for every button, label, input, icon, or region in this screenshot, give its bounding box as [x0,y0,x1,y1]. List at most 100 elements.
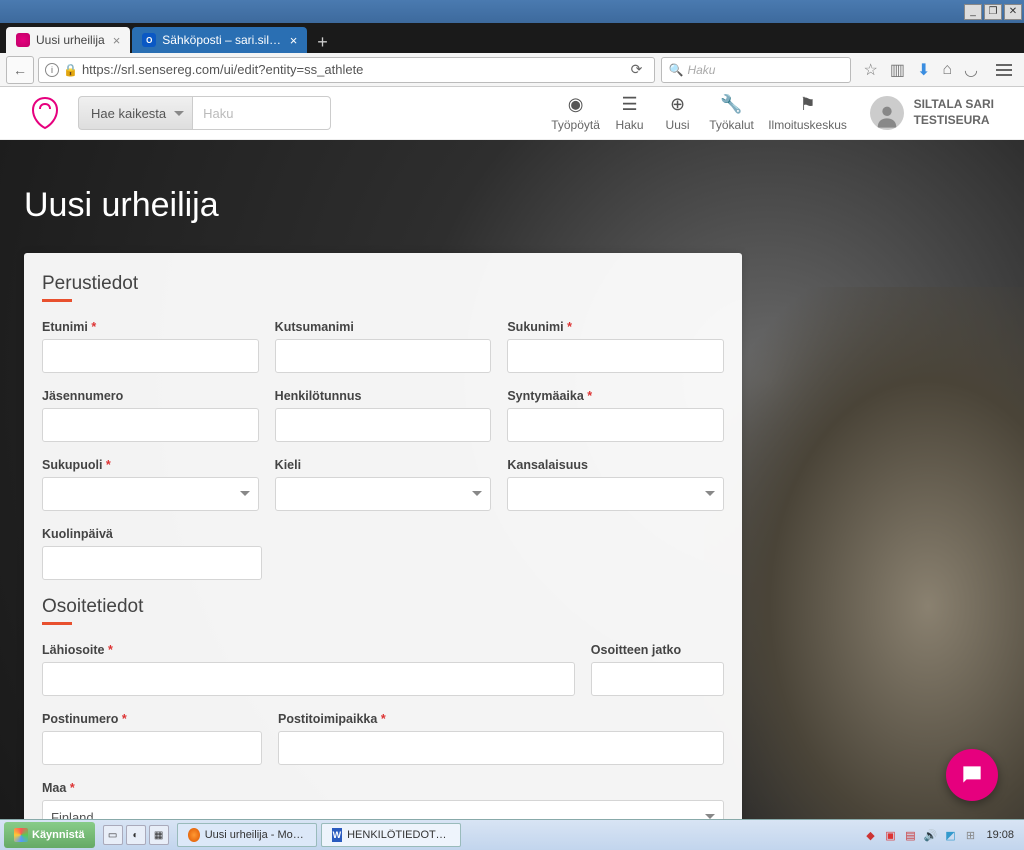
search-placeholder: Haku [687,63,715,77]
select-maa[interactable]: Finland [42,800,724,819]
select-kansalaisuus[interactable] [507,477,724,511]
input-kuolinpaiva[interactable] [42,546,262,580]
browser-tab-row: Uusi urheilija × O Sähköposti – sari.sil… [0,23,1024,53]
input-sukunimi[interactable] [507,339,724,373]
pocket-icon[interactable]: ◡ [964,60,978,80]
reload-icon[interactable]: ⟳ [624,61,648,78]
chat-icon [959,762,985,788]
user-name: SILTALA SARI [914,97,994,113]
input-kutsumanimi[interactable] [275,339,492,373]
flag-icon: ⚑ [766,95,850,115]
scope-dropdown[interactable]: Hae kaikesta [78,96,193,130]
tray-volume-icon[interactable]: 🔊 [922,827,938,843]
browser-tab-active[interactable]: Uusi urheilija × [6,27,130,53]
nav-label: Työpöytä [550,118,602,132]
chat-bubble-button[interactable] [946,749,998,801]
tray-av-icon[interactable]: ▣ [882,827,898,843]
nav-notifications[interactable]: ⚑ Ilmoituskeskus [762,95,854,132]
taskbar-clock[interactable]: 19:08 [982,829,1018,841]
chevron-down-icon [705,814,715,819]
search-icon: 🔍 [668,63,683,77]
taskbar-task-firefox[interactable]: Uusi urheilija - Mozilla... [177,823,317,847]
tray-shield-icon[interactable]: ◆ [862,827,878,843]
input-osoitteen-jatko[interactable] [591,662,724,696]
label-kutsumanimi: Kutsumanimi [275,320,492,334]
input-syntymaaika[interactable] [507,408,724,442]
input-lahiosoite[interactable] [42,662,575,696]
new-tab-button[interactable]: + [309,32,336,53]
info-icon[interactable]: i [45,63,59,77]
label-kieli: Kieli [275,458,492,472]
favicon-icon [16,33,30,47]
quick-launch: ▭ ◐ ▦ [99,825,173,845]
tab-close-icon[interactable]: × [113,33,121,48]
label-osoitteen-jatko: Osoitteen jatko [591,643,724,657]
chevron-down-icon [240,491,250,501]
window-titlebar: _ ❐ ✕ [0,0,1024,23]
user-block[interactable]: SILTALA SARI TESTISEURA [870,96,994,130]
star-icon[interactable]: ☆ [863,60,877,80]
section-rule [42,622,72,625]
toolbar-icons: ☆ ▥ ⬇ ⌂ ◡ [863,56,1018,84]
section-rule [42,299,72,302]
database-icon: ☰ [610,95,650,115]
select-maa-value: Finland [51,810,94,820]
url-box[interactable]: i 🔒 ⟳ [38,57,655,83]
input-henkilotunnus[interactable] [275,408,492,442]
lock-icon: 🔒 [63,63,78,77]
label-kansalaisuus: Kansalaisuus [507,458,724,472]
taskbar-task-word[interactable]: W HENKILÖTIEDOT (vain lu... [321,823,461,847]
favicon-icon: O [142,33,156,47]
library-icon[interactable]: ▥ [890,60,905,80]
browser-search-box[interactable]: 🔍 Haku [661,57,851,83]
taskbar: Käynnistä ▭ ◐ ▦ Uusi urheilija - Mozilla… [0,819,1024,850]
section-heading-osoitetiedot: Osoitetiedot [42,596,724,618]
task-label: Uusi urheilija - Mozilla... [205,829,306,841]
word-icon: W [332,828,343,842]
nav-desktop[interactable]: ◉ Työpöytä [546,95,606,132]
nav-search[interactable]: ☰ Haku [606,95,654,132]
browser-tab-inactive[interactable]: O Sähköposti – sari.siltala@rats... × [132,27,307,53]
nav-label: Uusi [658,118,698,132]
dashboard-icon: ◉ [550,95,602,115]
url-input[interactable] [82,62,625,77]
home-icon[interactable]: ⌂ [942,61,952,79]
label-etunimi: Etunimi * [42,320,259,334]
input-jasennumero[interactable] [42,408,259,442]
start-label: Käynnistä [32,829,85,841]
input-etunimi[interactable] [42,339,259,373]
window-close-button[interactable]: ✕ [1004,4,1022,20]
ql-desktop-icon[interactable]: ▭ [103,825,123,845]
nav-tools[interactable]: 🔧 Työkalut [702,95,762,132]
window-maximize-button[interactable]: ❐ [984,4,1002,20]
start-button[interactable]: Käynnistä [4,822,95,848]
ql-app-icon[interactable]: ▦ [149,825,169,845]
label-lahiosoite: Lähiosoite * [42,643,575,657]
input-postitoimipaikka[interactable] [278,731,724,765]
hamburger-menu-icon[interactable] [990,56,1018,84]
nav-label: Työkalut [706,118,758,132]
label-kuolinpaiva: Kuolinpäivä [42,527,262,541]
app-logo-icon[interactable] [30,95,60,131]
tab-close-icon[interactable]: × [290,33,298,48]
search-placeholder: Haku [203,106,233,121]
tray-more-icon[interactable]: ⊞ [962,827,978,843]
ql-chrome-icon[interactable]: ◐ [126,825,146,845]
label-postinumero: Postinumero * [42,712,262,726]
nav-new[interactable]: ⊕ Uusi [654,95,702,132]
select-sukupuoli[interactable] [42,477,259,511]
form-panel: Perustiedot Etunimi * Kutsumanimi Sukuni… [24,253,742,819]
window-minimize-button[interactable]: _ [964,4,982,20]
select-kieli[interactable] [275,477,492,511]
page-title: Uusi urheilija [0,140,1024,253]
app-search-input[interactable]: Haku [193,96,331,130]
tray-misc-icon[interactable]: ◩ [942,827,958,843]
back-button[interactable]: ← [6,56,34,84]
input-postinumero[interactable] [42,731,262,765]
tray-network-icon[interactable]: ▤ [902,827,918,843]
download-icon[interactable]: ⬇ [917,60,930,80]
system-tray: ◆ ▣ ▤ 🔊 ◩ ⊞ 19:08 [856,827,1024,843]
label-postitoimipaikka: Postitoimipaikka * [278,712,724,726]
label-syntymaaika: Syntymäaika * [507,389,724,403]
tab-title: Uusi urheilija [36,33,105,47]
